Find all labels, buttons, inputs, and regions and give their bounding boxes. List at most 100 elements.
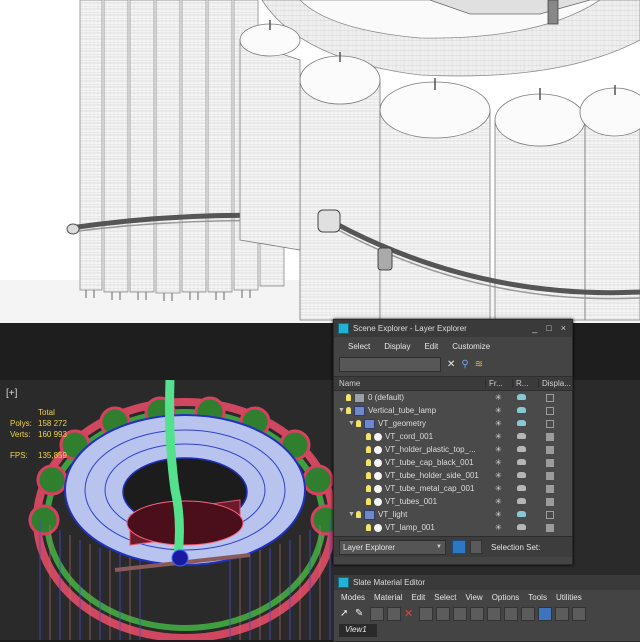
menu-select[interactable]: Select	[434, 593, 456, 602]
layer-tree-row[interactable]: 0 (default) ✳	[334, 391, 572, 404]
maximize-button[interactable]: □	[546, 323, 551, 333]
freeze-toggle-icon[interactable]: ✳	[495, 393, 502, 402]
checker-icon[interactable]	[436, 606, 450, 621]
render-toggle-icon[interactable]	[517, 394, 526, 400]
viewport-menu-label[interactable]: [+]	[6, 388, 17, 399]
layer-tree-row[interactable]: VT_lamp_001 ✳	[334, 521, 572, 534]
menu-options[interactable]: Options	[492, 593, 520, 602]
display-toggle-icon[interactable]	[546, 524, 554, 532]
pick-material-icon[interactable]: ✎	[355, 607, 367, 620]
tab-view1[interactable]: View1	[339, 624, 377, 637]
render-toggle-icon[interactable]	[517, 511, 526, 517]
select-by-material-icon[interactable]	[572, 606, 586, 621]
select-tool-icon[interactable]: ➚	[340, 607, 352, 620]
layer-tree-row[interactable]: ▼ VT_light ✳	[334, 508, 572, 521]
column-name[interactable]: Name	[334, 379, 486, 388]
layer-tree-row[interactable]: VT_cord_001 ✳	[334, 430, 572, 443]
freeze-toggle-icon[interactable]: ✳	[495, 458, 502, 467]
explorer-type-dropdown[interactable]: Layer Explorer ▼	[339, 539, 446, 555]
render-toggle-icon[interactable]	[517, 407, 526, 413]
layer-tree-row[interactable]: VT_tube_cap_black_001 ✳	[334, 456, 572, 469]
expand-toggle-icon[interactable]: ▼	[348, 420, 356, 427]
freeze-toggle-icon[interactable]: ✳	[495, 406, 502, 415]
move-children-icon[interactable]	[419, 606, 433, 621]
freeze-toggle-icon[interactable]: ✳	[495, 419, 502, 428]
render-toggle-icon[interactable]	[517, 485, 526, 491]
display-toggle-icon[interactable]	[546, 420, 554, 428]
expand-toggle-icon[interactable]: ▼	[348, 511, 356, 518]
bulb-icon[interactable]	[356, 420, 361, 427]
render-toggle-icon[interactable]	[517, 459, 526, 465]
menu-modes[interactable]: Modes	[341, 593, 365, 602]
delete-icon[interactable]: ✕	[404, 607, 416, 620]
freeze-toggle-icon[interactable]: ✳	[495, 484, 502, 493]
show-map-icon[interactable]	[521, 606, 535, 621]
bulb-icon[interactable]	[366, 459, 371, 466]
find-icon[interactable]: ⚲	[461, 359, 468, 370]
render-toggle-icon[interactable]	[517, 446, 526, 452]
display-toggle-icon[interactable]	[546, 485, 554, 493]
display-toggle-icon[interactable]	[546, 407, 554, 415]
display-toggle-icon[interactable]	[546, 433, 554, 441]
layout-icon[interactable]	[470, 606, 484, 621]
layer-tree-row[interactable]: VT_holder_plastic_top_... ✳	[334, 443, 572, 456]
scene-explorer-titlebar[interactable]: Scene Explorer - Layer Explorer _ □ ×	[334, 320, 572, 337]
put-to-scene-icon[interactable]	[370, 606, 384, 621]
menu-material[interactable]: Material	[374, 593, 402, 602]
display-toggle-icon[interactable]	[546, 498, 554, 506]
minimize-button[interactable]: _	[532, 323, 537, 333]
expand-toggle-icon[interactable]: ▼	[338, 407, 346, 414]
bulb-icon[interactable]	[356, 511, 361, 518]
parameter-editor-icon[interactable]	[555, 606, 569, 621]
freeze-toggle-icon[interactable]: ✳	[495, 510, 502, 519]
material-map-navigator-icon[interactable]	[538, 606, 552, 621]
hide-unused-icon[interactable]	[487, 606, 501, 621]
slate-titlebar[interactable]: Slate Material Editor	[334, 575, 640, 590]
layer-tree-row[interactable]: VT_tubes_001 ✳	[334, 495, 572, 508]
menu-customize[interactable]: Customize	[452, 342, 490, 351]
column-display[interactable]: Displa...	[539, 379, 571, 388]
display-toggle-icon[interactable]	[546, 459, 554, 467]
close-button[interactable]: ×	[561, 323, 566, 333]
search-input[interactable]	[339, 356, 441, 372]
layer-tree-row[interactable]: ▼ Vertical_tube_lamp ✳	[334, 404, 572, 417]
menu-edit[interactable]: Edit	[411, 593, 425, 602]
column-render[interactable]: R...	[513, 379, 539, 388]
freeze-toggle-icon[interactable]: ✳	[495, 497, 502, 506]
menu-select[interactable]: Select	[348, 342, 370, 351]
display-toggle-icon[interactable]	[546, 394, 554, 402]
freeze-toggle-icon[interactable]: ✳	[495, 432, 502, 441]
bulb-icon[interactable]	[366, 472, 371, 479]
freeze-toggle-icon[interactable]: ✳	[495, 471, 502, 480]
freeze-toggle-icon[interactable]: ✳	[495, 445, 502, 454]
bulb-icon[interactable]	[366, 524, 371, 531]
bulb-icon[interactable]	[366, 498, 371, 505]
menu-utilities[interactable]: Utilities	[556, 593, 582, 602]
layout-children-icon[interactable]	[504, 606, 518, 621]
bulb-icon[interactable]	[366, 485, 371, 492]
layer-stack-icon[interactable]: ≋	[475, 359, 483, 370]
render-toggle-icon[interactable]	[517, 472, 526, 478]
layer-tree-row[interactable]: VT_tube_holder_side_001 ✳	[334, 469, 572, 482]
render-toggle-icon[interactable]	[517, 433, 526, 439]
column-frozen[interactable]: Fr...	[486, 379, 513, 388]
bulb-icon[interactable]	[366, 433, 371, 440]
display-toggle-icon[interactable]	[546, 472, 554, 480]
bulb-icon[interactable]	[366, 446, 371, 453]
render-toggle-icon[interactable]	[517, 420, 526, 426]
menu-tools[interactable]: Tools	[528, 593, 547, 602]
layer-mode-icon[interactable]	[452, 540, 466, 554]
render-toggle-icon[interactable]	[517, 498, 526, 504]
bulb-icon[interactable]	[346, 394, 351, 401]
freeze-toggle-icon[interactable]: ✳	[495, 523, 502, 532]
hierarchy-mode-icon[interactable]	[470, 540, 482, 554]
menu-edit[interactable]: Edit	[424, 342, 438, 351]
assign-material-icon[interactable]	[387, 606, 401, 621]
clear-search-icon[interactable]: ✕	[447, 359, 455, 370]
display-toggle-icon[interactable]	[546, 446, 554, 454]
render-toggle-icon[interactable]	[517, 524, 526, 530]
layer-tree-row[interactable]: VT_tube_metal_cap_001 ✳	[334, 482, 572, 495]
bulb-icon[interactable]	[346, 407, 351, 414]
menu-display[interactable]: Display	[384, 342, 410, 351]
background-icon[interactable]	[453, 606, 467, 621]
